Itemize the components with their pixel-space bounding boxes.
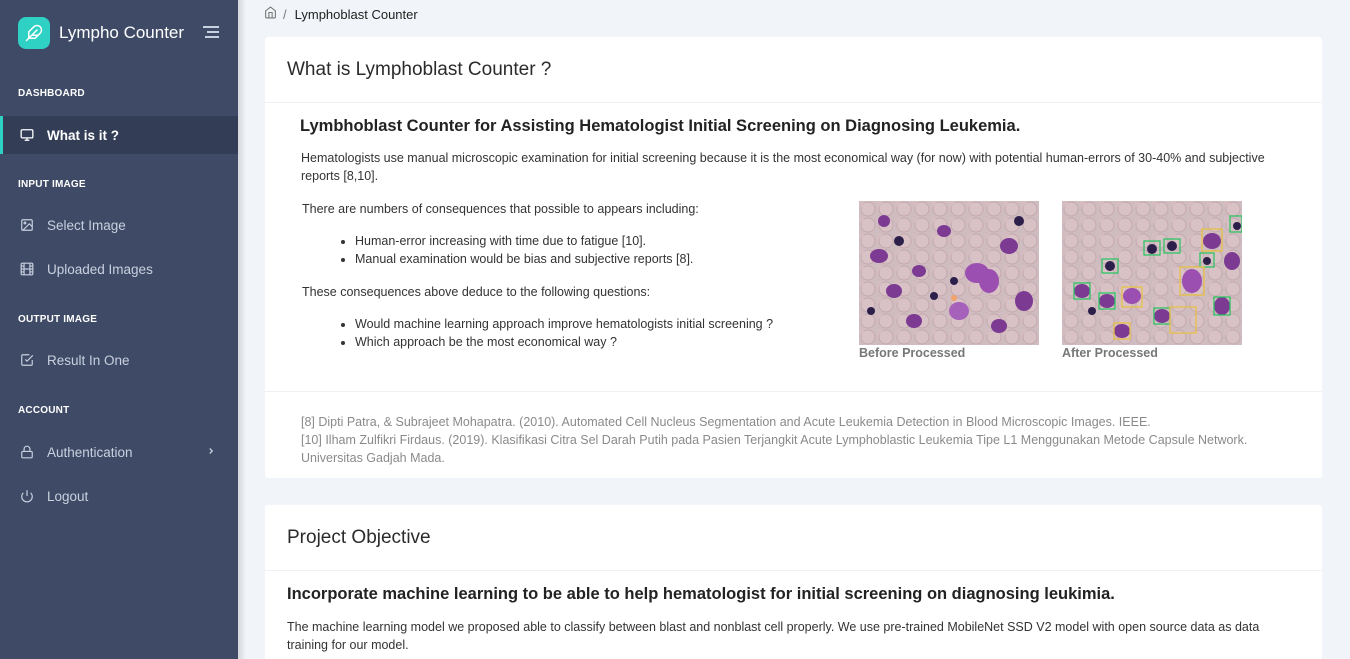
- sidebar-item-result-in-one[interactable]: Result In One: [0, 341, 238, 379]
- section-title-account: ACCOUNT: [18, 405, 70, 416]
- section-title-input-image: INPUT IMAGE: [18, 179, 86, 190]
- consequences-list: Human-error increasing with time due to …: [335, 232, 693, 268]
- reference-item: [10] Ilham Zulfikri Firdaus. (2019). Kla…: [301, 433, 1248, 465]
- menu-toggle-icon[interactable]: [203, 26, 219, 40]
- monitor-icon: [20, 128, 34, 142]
- sidebar-shadow: [238, 0, 246, 659]
- sidebar-item-label: What is it ?: [47, 127, 119, 143]
- objective-headline: Incorporate machine learning to be able …: [287, 585, 1115, 603]
- power-icon: [20, 489, 34, 503]
- section-title-dashboard: DASHBOARD: [18, 88, 85, 99]
- lock-icon: [20, 445, 34, 459]
- sidebar-item-logout[interactable]: Logout: [0, 477, 238, 515]
- sidebar-item-label: Authentication: [47, 444, 133, 460]
- list-item: Manual examination would be bias and sub…: [355, 250, 693, 268]
- about-headline: Lymbhoblast Counter for Assisting Hemato…: [300, 117, 1021, 135]
- breadcrumb-separator: /: [283, 6, 287, 22]
- objective-card: Project Objective Incorporate machine le…: [265, 505, 1322, 659]
- before-processed-caption: Before Processed: [859, 346, 966, 360]
- list-item: Human-error increasing with time due to …: [355, 232, 693, 250]
- questions-intro: These consequences above deduce to the f…: [302, 285, 651, 299]
- breadcrumb-current: Lymphoblast Counter: [294, 6, 418, 22]
- consequences-intro: There are numbers of consequences that p…: [302, 202, 699, 216]
- sidebar-item-uploaded-images[interactable]: Uploaded Images: [0, 250, 238, 288]
- questions-list: Would machine learning approach improve …: [335, 315, 773, 351]
- references-divider: [265, 391, 1322, 392]
- image-icon: [20, 218, 34, 232]
- chevron-right-icon: [206, 445, 216, 460]
- app-name: Lympho Counter: [59, 23, 185, 42]
- objective-body: The machine learning model we proposed a…: [287, 620, 1260, 652]
- reference-item: [8] Dipti Patra, & Subrajeet Mohapatra. …: [301, 415, 1151, 429]
- sidebar: Lympho Counter DASHBOARD What is it ? IN…: [0, 0, 238, 659]
- sidebar-item-label: Select Image: [47, 217, 126, 233]
- card-title: Project Objective: [265, 505, 1322, 571]
- after-processed-image[interactable]: [1062, 201, 1242, 345]
- list-item: Would machine learning approach improve …: [355, 315, 773, 333]
- sidebar-item-what-is-it[interactable]: What is it ?: [0, 116, 238, 154]
- about-card: What is Lymphoblast Counter ? Lymbhoblas…: [265, 37, 1322, 478]
- sidebar-item-label: Result In One: [47, 352, 130, 368]
- section-title-output-image: OUTPUT IMAGE: [18, 314, 98, 325]
- home-icon[interactable]: [264, 6, 277, 22]
- sidebar-item-label: Logout: [47, 488, 89, 504]
- about-intro: Hematologists use manual microscopic exa…: [301, 151, 1265, 183]
- references: [8] Dipti Patra, & Subrajeet Mohapatra. …: [301, 413, 1261, 467]
- breadcrumb: / Lymphoblast Counter: [264, 5, 418, 23]
- card-title: What is Lymphoblast Counter ?: [265, 37, 1322, 103]
- film-icon: [20, 262, 34, 276]
- sidebar-item-select-image[interactable]: Select Image: [0, 206, 238, 244]
- after-processed-caption: After Processed: [1062, 346, 1158, 360]
- feather-icon: [18, 17, 50, 49]
- check-square-icon: [20, 353, 34, 367]
- sidebar-item-authentication[interactable]: Authentication: [0, 433, 238, 471]
- list-item: Which approach be the most economical wa…: [355, 333, 773, 351]
- before-processed-image[interactable]: [859, 201, 1039, 345]
- sidebar-item-label: Uploaded Images: [47, 261, 153, 277]
